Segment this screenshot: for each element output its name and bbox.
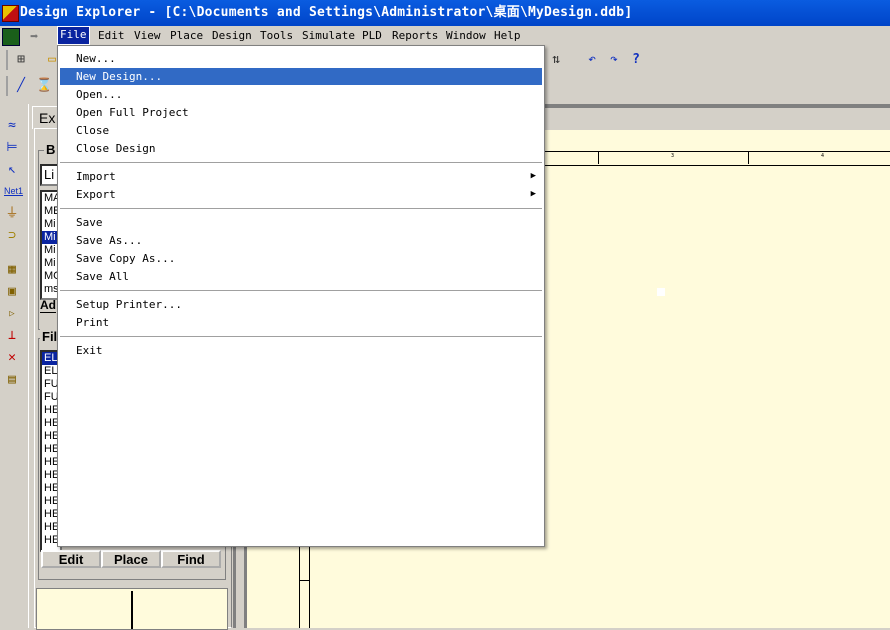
menu-item-print[interactable]: Print [60, 314, 542, 331]
menu-item-open-full-project[interactable]: Open Full Project [60, 104, 542, 121]
menu-file[interactable]: File [57, 26, 90, 45]
no-erc-icon[interactable]: ✕ [4, 350, 20, 366]
toolbar-grip [6, 76, 8, 96]
wire-icon[interactable]: ↖ [4, 162, 20, 178]
bus-entry-icon[interactable]: ⊨ [4, 140, 20, 156]
undo-icon[interactable]: ↶ [584, 52, 600, 68]
menu-separator [60, 290, 542, 292]
menu-item-import[interactable]: Import ▶ [60, 168, 542, 185]
app-icon[interactable] [2, 5, 19, 22]
menu-item-label: Exit [76, 344, 103, 357]
hourglass-icon[interactable]: ⌛ [36, 78, 52, 94]
wiring-toolbar: ≈ ⊨ ↖ Net1 ⏚ ⊃ ▦ ▣ ▷ ⊥ ✕ ▤ [0, 104, 27, 628]
line-icon[interactable]: ╱ [13, 78, 29, 94]
menu-item-label: Setup Printer... [76, 298, 182, 311]
port-icon[interactable]: ⊃ [4, 228, 20, 244]
menu-item-label: Close [76, 124, 110, 137]
sheet-symbol-icon[interactable]: ▣ [4, 284, 20, 300]
menu-item-label: Save All [76, 270, 129, 283]
menu-item-save-copy-as[interactable]: Save Copy As... [60, 250, 542, 267]
menu-item-label: Import [76, 170, 116, 183]
menu-separator [60, 162, 542, 164]
menu-item-new-design[interactable]: New Design... [60, 68, 542, 85]
menu-separator [60, 208, 542, 210]
menu-item-new[interactable]: New... [60, 50, 542, 67]
title-bar: Design Explorer - [C:\Documents and Sett… [0, 0, 890, 26]
menu-item-label: Close Design [76, 142, 156, 155]
place-button[interactable]: Place [101, 550, 161, 568]
find-button[interactable]: Find [161, 550, 221, 568]
menu-bar: ➡ File Edit View Place Design Tools Simu… [0, 26, 890, 46]
net-label-icon[interactable]: Net1 [4, 186, 23, 196]
menu-view[interactable]: View [132, 28, 163, 44]
menu-help[interactable]: Help [492, 28, 523, 44]
sheet-entry-icon[interactable]: ▷ [4, 306, 20, 322]
window-title: Design Explorer - [C:\Documents and Sett… [20, 5, 633, 20]
menu-item-save[interactable]: Save [60, 214, 542, 231]
menu-item-close-design[interactable]: Close Design [60, 140, 542, 157]
ruler-label: 3 [671, 153, 675, 159]
edit-button[interactable]: Edit [41, 550, 101, 568]
menu-item-label: Export [76, 188, 116, 201]
redo-icon[interactable]: ↷ [606, 52, 622, 68]
bus-icon[interactable]: ≈ [4, 118, 20, 134]
browse-title: B [44, 142, 58, 157]
menu-item-label: Save [76, 216, 103, 229]
add-remove-button[interactable]: Ad [40, 298, 56, 313]
cursor-mark [657, 288, 665, 296]
menu-item-exit[interactable]: Exit [60, 342, 542, 359]
menu-item-label: Open... [76, 88, 123, 101]
ruler-label: 4 [821, 153, 825, 159]
menu-pld[interactable]: PLD [360, 28, 384, 44]
file-menu-dropdown: New... New Design... Open... Open Full Proj… [57, 45, 545, 547]
preview-pin [131, 591, 133, 629]
help-icon[interactable]: ? [628, 52, 644, 68]
hierarchy-icon[interactable]: ⊞ [13, 52, 29, 68]
menu-item-label: New Design... [76, 70, 163, 83]
back-arrow-icon[interactable]: ➡ [30, 29, 38, 45]
menu-item-setup-printer[interactable]: Setup Printer... [60, 296, 542, 313]
submenu-arrow-icon: ▶ [530, 171, 536, 181]
menu-item-save-as[interactable]: Save As... [60, 232, 542, 249]
menu-item-label: New... [76, 52, 116, 65]
menu-item-label: Save Copy As... [76, 252, 176, 265]
ruler-divider [748, 151, 749, 164]
menu-tools[interactable]: Tools [258, 28, 295, 44]
submenu-arrow-icon: ▶ [530, 189, 536, 199]
junction-icon[interactable]: ⊥ [4, 328, 20, 344]
ruler-divider [598, 151, 599, 164]
menu-item-export[interactable]: Export ▶ [60, 186, 542, 203]
menu-simulate[interactable]: Simulate [300, 28, 357, 44]
document-icon[interactable] [2, 28, 20, 46]
menu-item-label: Save As... [76, 234, 143, 247]
menu-item-label: Open Full Project [76, 106, 189, 119]
menu-item-open[interactable]: Open... [60, 86, 542, 103]
menu-item-close[interactable]: Close [60, 122, 542, 139]
menu-item-label: Print [76, 316, 110, 329]
part-icon[interactable]: ▦ [4, 262, 20, 278]
ground-icon[interactable]: ⏚ [4, 206, 20, 222]
menu-place[interactable]: Place [168, 28, 205, 44]
part-preview [36, 588, 228, 630]
menu-design[interactable]: Design [210, 28, 254, 44]
align-icon[interactable]: ⇅ [548, 52, 564, 68]
menu-edit[interactable]: Edit [96, 28, 127, 44]
sheet-border-tick [299, 580, 309, 581]
menu-item-save-all[interactable]: Save All [60, 268, 542, 285]
pcb-layout-icon[interactable]: ▤ [4, 372, 20, 388]
menu-window[interactable]: Window [444, 28, 488, 44]
toolbar-grip [6, 50, 8, 70]
menu-separator [60, 336, 542, 338]
menu-reports[interactable]: Reports [390, 28, 440, 44]
